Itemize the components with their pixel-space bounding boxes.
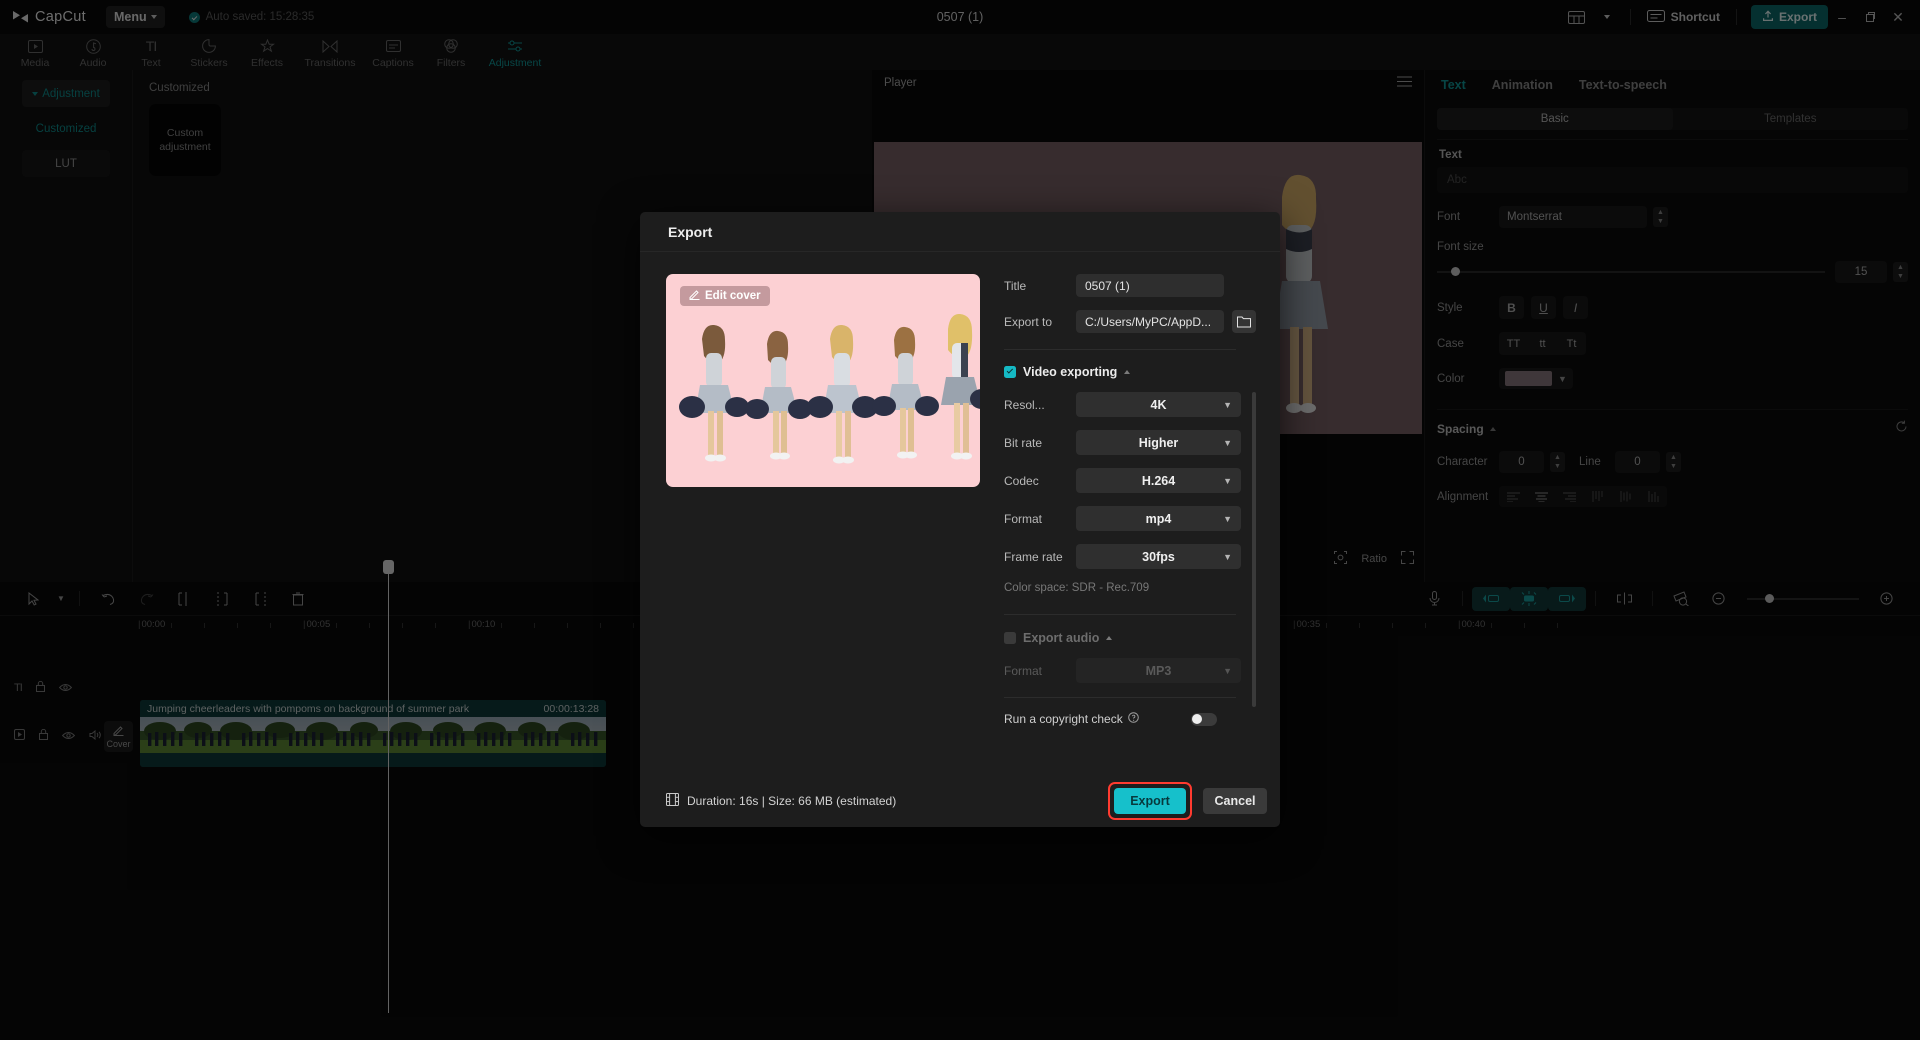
chevron-down-icon: ▼	[1223, 666, 1232, 676]
divider	[1004, 349, 1236, 350]
resolution-select[interactable]: 4K ▼	[1076, 392, 1241, 417]
copyright-label-wrap: Run a copyright check	[1004, 712, 1139, 726]
format-select[interactable]: mp4 ▼	[1076, 506, 1241, 531]
codec-value: H.264	[1142, 474, 1175, 488]
framerate-row: Frame rate 30fps ▼	[1004, 544, 1256, 569]
edit-cover-button[interactable]: Edit cover	[680, 286, 770, 306]
video-exporting-checkbox[interactable]	[1004, 366, 1016, 378]
framerate-select[interactable]: 30fps ▼	[1076, 544, 1241, 569]
divider	[1004, 614, 1236, 615]
edit-cover-label: Edit cover	[705, 290, 761, 302]
video-exporting-label: Video exporting	[1023, 365, 1117, 379]
export-confirm-button[interactable]: Export	[1114, 788, 1186, 814]
framerate-value: 30fps	[1142, 550, 1175, 564]
duration-info: Duration: 16s | Size: 66 MB (estimated)	[666, 793, 896, 809]
chevron-up-icon[interactable]	[1106, 636, 1112, 640]
info-icon[interactable]	[1128, 712, 1139, 726]
bitrate-select[interactable]: Higher ▼	[1076, 430, 1241, 455]
cancel-button[interactable]: Cancel	[1203, 788, 1267, 814]
chevron-down-icon: ▼	[1223, 552, 1232, 562]
pencil-icon	[689, 289, 700, 303]
export-to-row: Export to C:/Users/MyPC/AppD...	[1004, 310, 1256, 333]
audio-format-row: Format MP3 ▼	[1004, 658, 1256, 683]
dialog-body: Edit cover	[640, 252, 1280, 774]
film-icon	[666, 793, 679, 809]
chevron-down-icon: ▼	[1223, 400, 1232, 410]
title-input-value: 0507 (1)	[1085, 279, 1130, 293]
audio-format-value: MP3	[1146, 664, 1172, 678]
codec-select[interactable]: H.264 ▼	[1076, 468, 1241, 493]
framerate-label: Frame rate	[1004, 550, 1076, 564]
chevron-down-icon: ▼	[1223, 514, 1232, 524]
export-to-input[interactable]: C:/Users/MyPC/AppD...	[1076, 310, 1224, 333]
divider	[1004, 697, 1236, 698]
duration-text: Duration: 16s | Size: 66 MB (estimated)	[687, 794, 896, 808]
folder-icon[interactable]	[1232, 310, 1256, 333]
chevron-down-icon: ▼	[1223, 476, 1232, 486]
bitrate-value: Higher	[1139, 436, 1179, 450]
bitrate-row: Bit rate Higher ▼	[1004, 430, 1256, 455]
video-exporting-header[interactable]: Video exporting	[1004, 365, 1256, 379]
audio-format-select[interactable]: MP3 ▼	[1076, 658, 1241, 683]
chevron-up-icon[interactable]	[1124, 370, 1130, 374]
export-audio-header[interactable]: Export audio	[1004, 631, 1256, 645]
dialog-title: Export	[640, 212, 1280, 252]
format-row: Format mp4 ▼	[1004, 506, 1256, 531]
export-settings: Title 0507 (1) Export to C:/Users/MyPC/A…	[980, 274, 1256, 774]
resolution-value: 4K	[1151, 398, 1167, 412]
export-dialog: Export Edit cover	[640, 212, 1280, 827]
export-to-label: Export to	[1004, 315, 1076, 329]
title-input[interactable]: 0507 (1)	[1076, 274, 1224, 297]
copyright-check-row: Run a copyright check	[1004, 712, 1256, 726]
color-space-text: Color space: SDR - Rec.709	[1004, 582, 1256, 594]
export-to-value: C:/Users/MyPC/AppD...	[1085, 315, 1211, 329]
format-label: Format	[1004, 512, 1076, 526]
settings-scrollbar[interactable]	[1252, 392, 1256, 707]
footer-buttons: Export Cancel	[1108, 782, 1267, 820]
bitrate-label: Bit rate	[1004, 436, 1076, 450]
title-label: Title	[1004, 279, 1076, 293]
toggle-knob	[1192, 714, 1202, 724]
audio-format-label: Format	[1004, 664, 1076, 678]
codec-label: Codec	[1004, 474, 1076, 488]
export-button-highlight: Export	[1108, 782, 1192, 820]
export-audio-label: Export audio	[1023, 631, 1099, 645]
copyright-toggle[interactable]	[1191, 713, 1217, 726]
cover-image	[666, 313, 980, 481]
codec-row: Codec H.264 ▼	[1004, 468, 1256, 493]
format-value: mp4	[1146, 512, 1172, 526]
chevron-down-icon: ▼	[1223, 438, 1232, 448]
resolution-label: Resol...	[1004, 398, 1076, 412]
cover-preview[interactable]: Edit cover	[666, 274, 980, 487]
title-row: Title 0507 (1)	[1004, 274, 1256, 297]
export-audio-checkbox[interactable]	[1004, 632, 1016, 644]
copyright-label: Run a copyright check	[1004, 712, 1123, 726]
dialog-footer: Duration: 16s | Size: 66 MB (estimated) …	[640, 774, 1280, 827]
resolution-row: Resol... 4K ▼	[1004, 392, 1256, 417]
